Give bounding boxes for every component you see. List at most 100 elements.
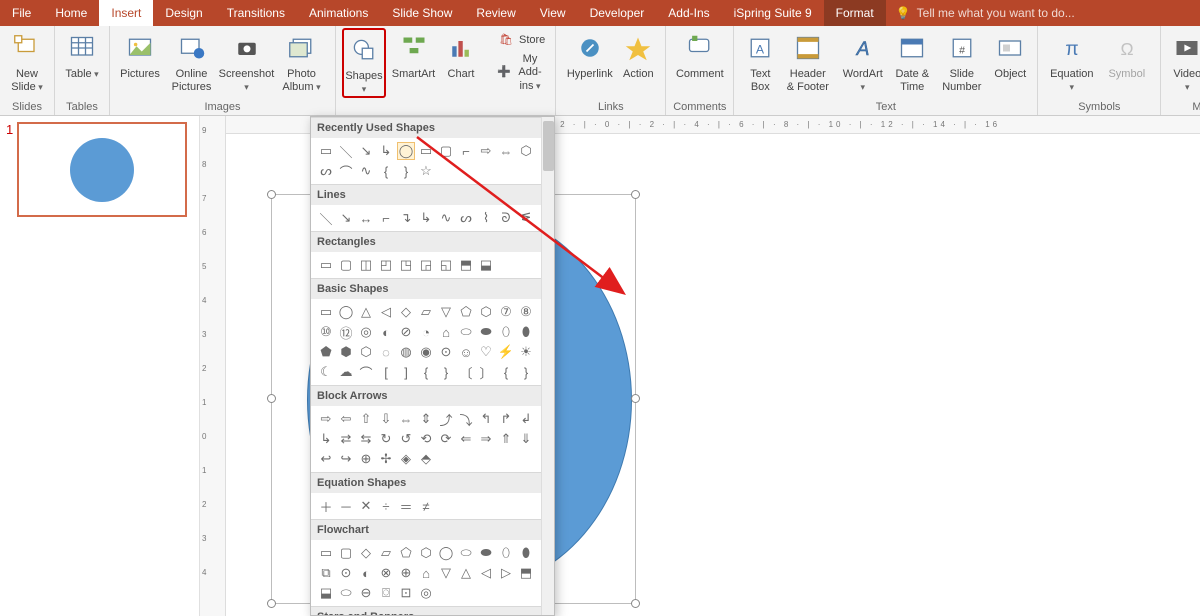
object-button[interactable]: Object bbox=[989, 28, 1031, 81]
shape-rect[interactable]: ◲ bbox=[417, 256, 435, 274]
smartart-button[interactable]: SmartArt bbox=[386, 28, 441, 81]
shape-arrow[interactable]: ↰ bbox=[477, 410, 495, 428]
shape-rect[interactable]: ▢ bbox=[337, 256, 355, 274]
gallery-scrollbar[interactable] bbox=[541, 117, 555, 615]
shape-basic[interactable]: ♡ bbox=[477, 343, 495, 361]
shape-roundrect[interactable]: ▢ bbox=[437, 142, 455, 160]
shape-eq[interactable]: ✕ bbox=[357, 497, 375, 515]
shape-basic[interactable]: 〕 bbox=[477, 363, 495, 381]
shape-flow[interactable]: △ bbox=[457, 564, 475, 582]
action-button[interactable]: Action bbox=[617, 28, 659, 81]
resize-handle[interactable] bbox=[267, 599, 276, 608]
tab-design[interactable]: Design bbox=[153, 0, 214, 26]
shape-basic[interactable]: } bbox=[517, 363, 535, 381]
shape-arrow[interactable]: ⟳ bbox=[437, 430, 455, 448]
shape-flow[interactable]: ⬠ bbox=[397, 544, 415, 562]
comment-button[interactable]: Comment bbox=[672, 28, 727, 81]
shape-basic[interactable]: △ bbox=[357, 303, 375, 321]
shape-basic[interactable]: ◉ bbox=[417, 343, 435, 361]
shape-flow[interactable]: ⬯ bbox=[497, 544, 515, 562]
shape-arrow[interactable]: ↲ bbox=[517, 410, 535, 428]
shape-textbox[interactable]: ▭ bbox=[317, 142, 335, 160]
shape-flow[interactable]: ⊕ bbox=[397, 564, 415, 582]
shape-arrow[interactable]: ⤵ bbox=[457, 410, 475, 428]
shape-arrow-r[interactable]: ⇨ bbox=[477, 142, 495, 160]
shape-eq[interactable]: ＋ bbox=[317, 497, 335, 515]
shape-flow[interactable]: ▢ bbox=[337, 544, 355, 562]
shape-basic[interactable]: ⬢ bbox=[337, 343, 355, 361]
shape-arrow[interactable]: ↺ bbox=[397, 430, 415, 448]
wordart-button[interactable]: AWordArt bbox=[835, 28, 890, 94]
shape-basic[interactable]: } bbox=[437, 363, 455, 381]
shape-arrow[interactable]: ↻ bbox=[377, 430, 395, 448]
shape-flow[interactable]: ▽ bbox=[437, 564, 455, 582]
shape-arrow[interactable]: ↩ bbox=[317, 450, 335, 468]
tab-home[interactable]: Home bbox=[43, 0, 99, 26]
shape-curve[interactable]: ∿ bbox=[357, 162, 375, 180]
shape-flow[interactable]: ⊙ bbox=[337, 564, 355, 582]
tab-animations[interactable]: Animations bbox=[297, 0, 380, 26]
shape-rect[interactable]: ⬓ bbox=[477, 256, 495, 274]
shape-arrow[interactable]: ⇔ bbox=[397, 410, 415, 428]
shape-basic[interactable]: ⬡ bbox=[357, 343, 375, 361]
equation-button[interactable]: πEquation bbox=[1044, 28, 1099, 94]
shape-eq[interactable]: ＝ bbox=[397, 497, 415, 515]
shape-basic[interactable]: ⬠ bbox=[457, 303, 475, 321]
shape-line[interactable]: ↘ bbox=[337, 209, 355, 227]
tab-view[interactable]: View bbox=[528, 0, 578, 26]
shape-rect[interactable]: ◫ bbox=[357, 256, 375, 274]
shape-basic[interactable]: ⬬ bbox=[477, 323, 495, 341]
shape-brace-l[interactable]: { bbox=[377, 162, 395, 180]
shape-flow[interactable]: ⌼ bbox=[377, 584, 395, 602]
slidenum-button[interactable]: #Slide Number bbox=[934, 28, 989, 94]
screenshot-button[interactable]: Screenshot bbox=[219, 28, 274, 94]
resize-handle[interactable] bbox=[631, 599, 640, 608]
shape-flow[interactable]: ▭ bbox=[317, 544, 335, 562]
resize-handle[interactable] bbox=[267, 394, 276, 403]
shape-basic[interactable]: ⬟ bbox=[317, 343, 335, 361]
table-button[interactable]: Table bbox=[61, 28, 103, 81]
store-button[interactable]: 🛍Store bbox=[493, 32, 549, 49]
datetime-button[interactable]: Date & Time bbox=[890, 28, 934, 94]
shape-flow[interactable]: ⊖ bbox=[357, 584, 375, 602]
shape-arrow[interactable]: ↪ bbox=[337, 450, 355, 468]
shape-basic[interactable]: ⬯ bbox=[497, 323, 515, 341]
shape-arrow[interactable]: ⇄ bbox=[337, 430, 355, 448]
tab-review[interactable]: Review bbox=[464, 0, 527, 26]
shape-star[interactable]: ☆ bbox=[417, 162, 435, 180]
tab-transitions[interactable]: Transitions bbox=[215, 0, 297, 26]
video-button[interactable]: Video bbox=[1167, 28, 1200, 94]
shape-elbow[interactable]: ⌐ bbox=[457, 142, 475, 160]
shape-arrow[interactable]: ⤴ bbox=[437, 410, 455, 428]
shape-basic[interactable]: ◯ bbox=[337, 303, 355, 321]
photo-album-button[interactable]: Photo Album bbox=[274, 28, 329, 94]
shape-flow[interactable]: ▷ bbox=[497, 564, 515, 582]
shape-basic[interactable]: ⚡ bbox=[497, 343, 515, 361]
shape-basic[interactable]: ◎ bbox=[357, 323, 375, 341]
shape-basic[interactable]: ◔ bbox=[417, 323, 435, 341]
shape-basic[interactable]: ⊙ bbox=[437, 343, 455, 361]
shape-flow[interactable]: ⬓ bbox=[317, 584, 335, 602]
pictures-button[interactable]: Pictures bbox=[116, 28, 164, 81]
shape-flow[interactable]: ◇ bbox=[357, 544, 375, 562]
textbox-button[interactable]: AText Box bbox=[740, 28, 780, 94]
shape-arrow[interactable]: ⇧ bbox=[357, 410, 375, 428]
shape-eq[interactable]: － bbox=[337, 497, 355, 515]
shape-hexagon[interactable]: ⬡ bbox=[517, 142, 535, 160]
shape-basic[interactable]: ⑩ bbox=[317, 323, 335, 341]
shape-line[interactable]: ᘐ bbox=[497, 209, 515, 227]
slide-thumb-1[interactable] bbox=[17, 122, 187, 217]
headerfooter-button[interactable]: Header & Footer bbox=[780, 28, 835, 94]
shape-basic[interactable]: ] bbox=[397, 363, 415, 381]
shape-line[interactable]: ᔕ bbox=[457, 209, 475, 227]
shape-rect[interactable]: ▭ bbox=[317, 256, 335, 274]
shape-freeform[interactable]: ᔕ bbox=[317, 162, 335, 180]
shape-flow[interactable]: ⬡ bbox=[417, 544, 435, 562]
shape-basic[interactable]: ⌒ bbox=[357, 363, 375, 381]
shape-basic[interactable]: { bbox=[497, 363, 515, 381]
shape-arrow[interactable]: ⇒ bbox=[477, 430, 495, 448]
tab-format[interactable]: Format bbox=[824, 0, 886, 26]
shape-basic[interactable]: ☾ bbox=[317, 363, 335, 381]
online-pictures-button[interactable]: Online Pictures bbox=[164, 28, 219, 94]
shape-arrow[interactable]: ⬘ bbox=[417, 450, 435, 468]
